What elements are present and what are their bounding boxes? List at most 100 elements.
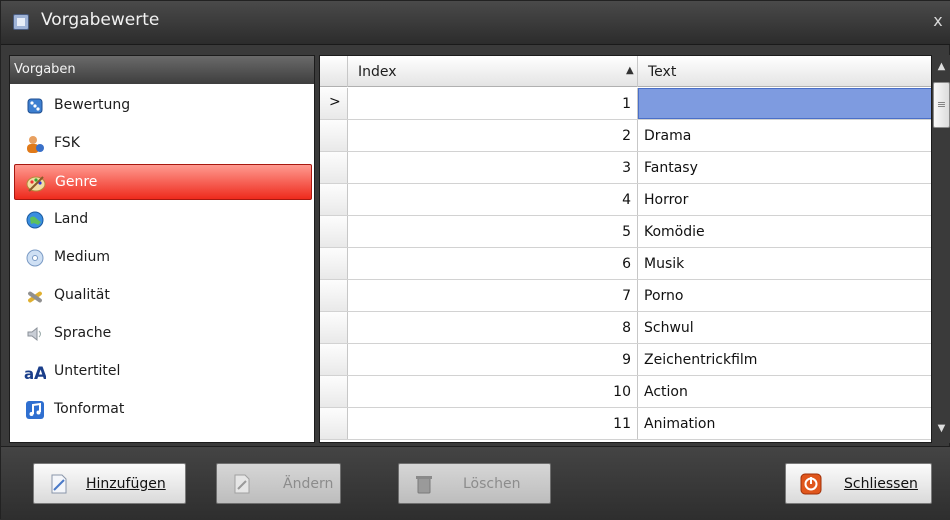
row-selector[interactable] bbox=[320, 120, 348, 151]
row-selector-header bbox=[320, 56, 348, 87]
row-selector[interactable] bbox=[320, 408, 348, 439]
table-row[interactable]: 8 Schwul bbox=[320, 312, 931, 344]
music-note-icon bbox=[24, 400, 46, 420]
delete-button[interactable]: Löschen bbox=[398, 463, 551, 504]
sidebar-item-label: FSK bbox=[54, 135, 80, 151]
text-cell[interactable]: Zeichentrickfilm bbox=[638, 344, 931, 375]
index-cell[interactable]: 2 bbox=[348, 120, 638, 151]
window-title: Vorgabewerte bbox=[41, 10, 160, 30]
sidebar-item-bewertung[interactable]: Bewertung bbox=[14, 88, 312, 124]
index-cell[interactable]: 7 bbox=[348, 280, 638, 311]
tools-icon bbox=[24, 286, 46, 306]
vertical-scrollbar[interactable]: ▲ ≡ ▼ bbox=[932, 55, 950, 443]
sidebar-item-label: Genre bbox=[55, 174, 98, 190]
text-cell[interactable]: Animation bbox=[638, 408, 931, 439]
text-cell[interactable]: Action bbox=[638, 376, 931, 407]
speaker-icon bbox=[24, 324, 46, 344]
table-row[interactable]: 11 Animation bbox=[320, 408, 931, 440]
users-icon bbox=[24, 134, 46, 154]
edit-document-icon bbox=[231, 473, 253, 495]
scroll-up-icon[interactable]: ▲ bbox=[934, 61, 949, 72]
sidebar-item-untertitel[interactable]: aA Untertitel bbox=[14, 354, 312, 390]
delete-button-label: Löschen bbox=[463, 476, 521, 492]
close-dialog-button[interactable]: Schliessen bbox=[785, 463, 932, 504]
sidebar-item-genre[interactable]: Genre bbox=[14, 164, 312, 200]
index-cell[interactable]: 10 bbox=[348, 376, 638, 407]
table-row[interactable]: 4 Horror bbox=[320, 184, 931, 216]
edit-button-label: Ändern bbox=[283, 476, 334, 492]
svg-text:a: a bbox=[24, 365, 34, 382]
sort-ascending-icon: ▲ bbox=[626, 65, 634, 76]
sidebar-item-sprache[interactable]: Sprache bbox=[14, 316, 312, 352]
index-cell[interactable]: 8 bbox=[348, 312, 638, 343]
add-button[interactable]: Hinzufügen bbox=[33, 463, 186, 504]
grid-header: Index ▲ Text bbox=[320, 56, 931, 87]
svg-text:A: A bbox=[34, 364, 46, 382]
table-row[interactable]: 5 Komödie bbox=[320, 216, 931, 248]
column-header-text[interactable]: Text bbox=[638, 56, 931, 87]
sidebar-item-medium[interactable]: Medium bbox=[14, 240, 312, 276]
sidebar-item-label: Qualität bbox=[54, 287, 110, 303]
table-row[interactable]: 7 Porno bbox=[320, 280, 931, 312]
sidebar-item-land[interactable]: Land bbox=[14, 202, 312, 238]
text-cell[interactable]: Drama bbox=[638, 120, 931, 151]
text-cell[interactable]: Horror bbox=[638, 184, 931, 215]
close-dialog-button-label: Schliessen bbox=[844, 476, 918, 492]
index-cell[interactable]: 1 bbox=[348, 88, 638, 119]
row-selector[interactable] bbox=[320, 376, 348, 407]
index-cell[interactable]: 4 bbox=[348, 184, 638, 215]
column-header-index[interactable]: Index ▲ bbox=[348, 56, 638, 87]
table-row[interactable]: 10 Action bbox=[320, 376, 931, 408]
row-selector[interactable] bbox=[320, 184, 348, 215]
text-cell[interactable] bbox=[638, 88, 931, 119]
sidebar-item-fsk[interactable]: FSK bbox=[14, 126, 312, 162]
row-selector[interactable] bbox=[320, 280, 348, 311]
row-selector[interactable] bbox=[320, 248, 348, 279]
text-cell[interactable]: Komödie bbox=[638, 216, 931, 247]
sidebar-item-label: Sprache bbox=[54, 325, 112, 341]
add-button-label: Hinzufügen bbox=[86, 476, 166, 492]
row-selector[interactable] bbox=[320, 344, 348, 375]
trash-icon bbox=[413, 473, 435, 495]
sidebar-item-tonformat[interactable]: Tonformat bbox=[14, 392, 312, 428]
text-cell[interactable]: Porno bbox=[638, 280, 931, 311]
sidebar-item-label: Tonformat bbox=[54, 401, 125, 417]
data-grid: Index ▲ Text > 1 2 Drama 3 Fantasy 4 Hor… bbox=[319, 55, 932, 443]
index-cell[interactable]: 3 bbox=[348, 152, 638, 183]
sidebar-item-label: Medium bbox=[54, 249, 110, 265]
title-bar: Vorgabewerte x bbox=[1, 1, 950, 45]
text-cell[interactable]: Schwul bbox=[638, 312, 931, 343]
table-row[interactable]: 3 Fantasy bbox=[320, 152, 931, 184]
text-cell[interactable]: Musik bbox=[638, 248, 931, 279]
column-header-label: Index bbox=[358, 64, 397, 80]
text-cell[interactable]: Fantasy bbox=[638, 152, 931, 183]
index-cell[interactable]: 11 bbox=[348, 408, 638, 439]
index-cell[interactable]: 6 bbox=[348, 248, 638, 279]
dice-icon bbox=[24, 96, 46, 116]
sidebar-item-qualitaet[interactable]: Qualität bbox=[14, 278, 312, 314]
edit-button[interactable]: Ändern bbox=[216, 463, 341, 504]
table-row[interactable]: 6 Musik bbox=[320, 248, 931, 280]
index-cell[interactable]: 5 bbox=[348, 216, 638, 247]
row-selector[interactable] bbox=[320, 312, 348, 343]
scroll-down-icon[interactable]: ▼ bbox=[934, 423, 949, 434]
dialog-window: Vorgabewerte x Vorgaben Bewertung FSK Ge… bbox=[0, 0, 950, 520]
close-button[interactable]: x bbox=[927, 8, 949, 34]
category-panel-header: Vorgaben bbox=[10, 56, 314, 84]
sidebar-item-label: Bewertung bbox=[54, 97, 131, 113]
table-row[interactable]: > 1 bbox=[320, 88, 931, 120]
scrollbar-thumb[interactable]: ≡ bbox=[933, 82, 950, 128]
category-panel: Vorgaben Bewertung FSK Genre Land Medium… bbox=[9, 55, 315, 443]
column-header-label: Text bbox=[648, 64, 677, 80]
sidebar-item-label: Untertitel bbox=[54, 363, 121, 379]
table-row[interactable]: 2 Drama bbox=[320, 120, 931, 152]
power-icon bbox=[800, 473, 822, 495]
current-row-marker[interactable]: > bbox=[320, 88, 348, 119]
sidebar-item-label: Land bbox=[54, 211, 89, 227]
index-cell[interactable]: 9 bbox=[348, 344, 638, 375]
row-selector[interactable] bbox=[320, 152, 348, 183]
add-document-icon bbox=[48, 473, 70, 495]
globe-icon bbox=[24, 210, 46, 230]
row-selector[interactable] bbox=[320, 216, 348, 247]
table-row[interactable]: 9 Zeichentrickfilm bbox=[320, 344, 931, 376]
